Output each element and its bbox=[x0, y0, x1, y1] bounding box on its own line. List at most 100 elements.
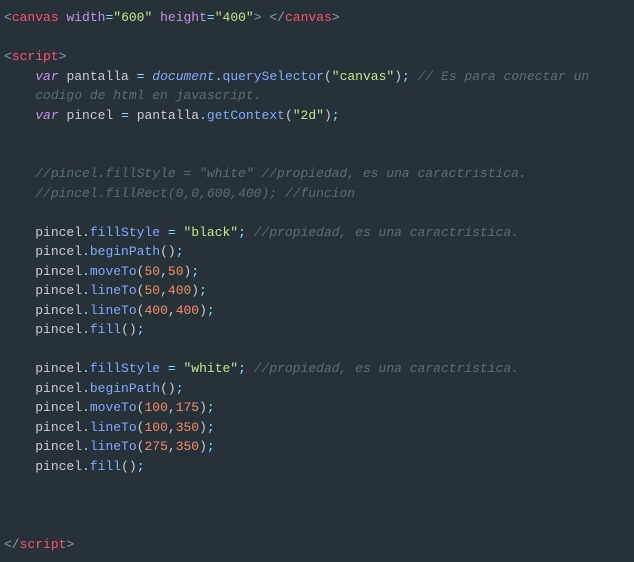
dot: . bbox=[82, 264, 90, 279]
comma: , bbox=[168, 420, 176, 435]
dot: . bbox=[82, 400, 90, 415]
obj-pincel: pincel bbox=[35, 322, 82, 337]
semi: ; bbox=[238, 361, 246, 376]
semi: ; bbox=[207, 420, 215, 435]
num: 50 bbox=[144, 264, 160, 279]
code-line: pincel.lineTo(400,400); bbox=[4, 303, 215, 318]
op-eq: = bbox=[168, 225, 176, 240]
bracket: < bbox=[4, 10, 12, 25]
fn-queryselector: querySelector bbox=[223, 69, 324, 84]
paren: ( bbox=[121, 459, 129, 474]
eq: = bbox=[207, 10, 215, 25]
bracket: > bbox=[332, 10, 340, 25]
semi: ; bbox=[207, 400, 215, 415]
semi: ; bbox=[137, 322, 145, 337]
code-line: var pincel = pantalla.getContext("2d"); bbox=[4, 108, 340, 123]
dot: . bbox=[82, 361, 90, 376]
paren: ) bbox=[199, 303, 207, 318]
prop-fillstyle: fillStyle bbox=[90, 225, 160, 240]
comma: , bbox=[168, 439, 176, 454]
obj-pincel: pincel bbox=[35, 381, 82, 396]
fn-fill: fill bbox=[90, 459, 121, 474]
semi: ; bbox=[402, 69, 410, 84]
fn-fill: fill bbox=[90, 322, 121, 337]
comment: //pincel.fillStyle = "white" //propiedad… bbox=[35, 166, 526, 181]
comma: , bbox=[160, 264, 168, 279]
num: 400 bbox=[144, 303, 167, 318]
var-pantalla: pantalla bbox=[66, 69, 128, 84]
fn-beginpath: beginPath bbox=[90, 244, 160, 259]
kw-var: var bbox=[35, 108, 58, 123]
paren: ( bbox=[160, 244, 168, 259]
attr-width: width bbox=[66, 10, 105, 25]
str-white: "white" bbox=[184, 361, 239, 376]
obj-pincel: pincel bbox=[35, 420, 82, 435]
comment: //pincel.fillRect(0,0,600,400); //funcio… bbox=[35, 186, 355, 201]
code-line: </script> bbox=[4, 537, 74, 552]
fn-beginpath: beginPath bbox=[90, 381, 160, 396]
dot: . bbox=[82, 283, 90, 298]
num: 350 bbox=[176, 439, 199, 454]
dot: . bbox=[82, 439, 90, 454]
comment: //propiedad, es una caractristica. bbox=[254, 361, 519, 376]
paren: ( bbox=[160, 381, 168, 396]
paren: ) bbox=[129, 459, 137, 474]
bracket: > bbox=[254, 10, 262, 25]
dot: . bbox=[82, 225, 90, 240]
prop-fillstyle: fillStyle bbox=[90, 361, 160, 376]
code-line: pincel.moveTo(50,50); bbox=[4, 264, 199, 279]
code-line: <canvas width="600" height="400"> </canv… bbox=[4, 10, 340, 25]
dot: . bbox=[82, 244, 90, 259]
paren: ) bbox=[191, 283, 199, 298]
str-canvas: "canvas" bbox=[332, 69, 394, 84]
paren: ) bbox=[199, 439, 207, 454]
obj-pincel: pincel bbox=[35, 244, 82, 259]
num: 50 bbox=[168, 264, 184, 279]
code-line: //pincel.fillRect(0,0,600,400); //funcio… bbox=[4, 186, 355, 201]
fn-lineto: lineTo bbox=[90, 439, 137, 454]
var-pincel: pincel bbox=[66, 108, 113, 123]
comma: , bbox=[168, 400, 176, 415]
tag-script: script bbox=[12, 49, 59, 64]
tag-canvas: canvas bbox=[12, 10, 59, 25]
semi: ; bbox=[199, 283, 207, 298]
obj-pincel: pincel bbox=[35, 361, 82, 376]
bracket: </ bbox=[4, 537, 20, 552]
bracket: < bbox=[4, 49, 12, 64]
obj-pincel: pincel bbox=[35, 225, 82, 240]
code-line: pincel.lineTo(100,350); bbox=[4, 420, 215, 435]
kw-var: var bbox=[35, 69, 58, 84]
semi: ; bbox=[207, 439, 215, 454]
comment: // Es para conectar un bbox=[418, 69, 590, 84]
op-eq: = bbox=[137, 69, 145, 84]
paren: ) bbox=[199, 400, 207, 415]
code-line: pincel.moveTo(100,175); bbox=[4, 400, 215, 415]
comma: , bbox=[168, 303, 176, 318]
num: 350 bbox=[176, 420, 199, 435]
code-line: //pincel.fillStyle = "white" //propiedad… bbox=[4, 166, 527, 181]
bracket: </ bbox=[269, 10, 285, 25]
obj-pincel: pincel bbox=[35, 283, 82, 298]
num: 400 bbox=[168, 283, 191, 298]
comma: , bbox=[160, 283, 168, 298]
dot: . bbox=[82, 459, 90, 474]
fn-moveto: moveTo bbox=[90, 264, 137, 279]
str-black: "black" bbox=[184, 225, 239, 240]
semi: ; bbox=[176, 381, 184, 396]
semi: ; bbox=[191, 264, 199, 279]
paren: ) bbox=[199, 420, 207, 435]
paren: ( bbox=[324, 69, 332, 84]
code-line: pincel.lineTo(50,400); bbox=[4, 283, 207, 298]
obj-pincel: pincel bbox=[35, 264, 82, 279]
code-line: pincel.beginPath(); bbox=[4, 381, 184, 396]
bracket: > bbox=[66, 537, 74, 552]
obj-pincel: pincel bbox=[35, 439, 82, 454]
fn-lineto: lineTo bbox=[90, 283, 137, 298]
semi: ; bbox=[176, 244, 184, 259]
code-block: <canvas width="600" height="400"> </canv… bbox=[0, 0, 634, 562]
dot: . bbox=[82, 420, 90, 435]
bracket: > bbox=[59, 49, 67, 64]
code-line: pincel.fillStyle = "black"; //propiedad,… bbox=[4, 225, 519, 240]
semi: ; bbox=[238, 225, 246, 240]
code-line: pincel.fill(); bbox=[4, 459, 145, 474]
